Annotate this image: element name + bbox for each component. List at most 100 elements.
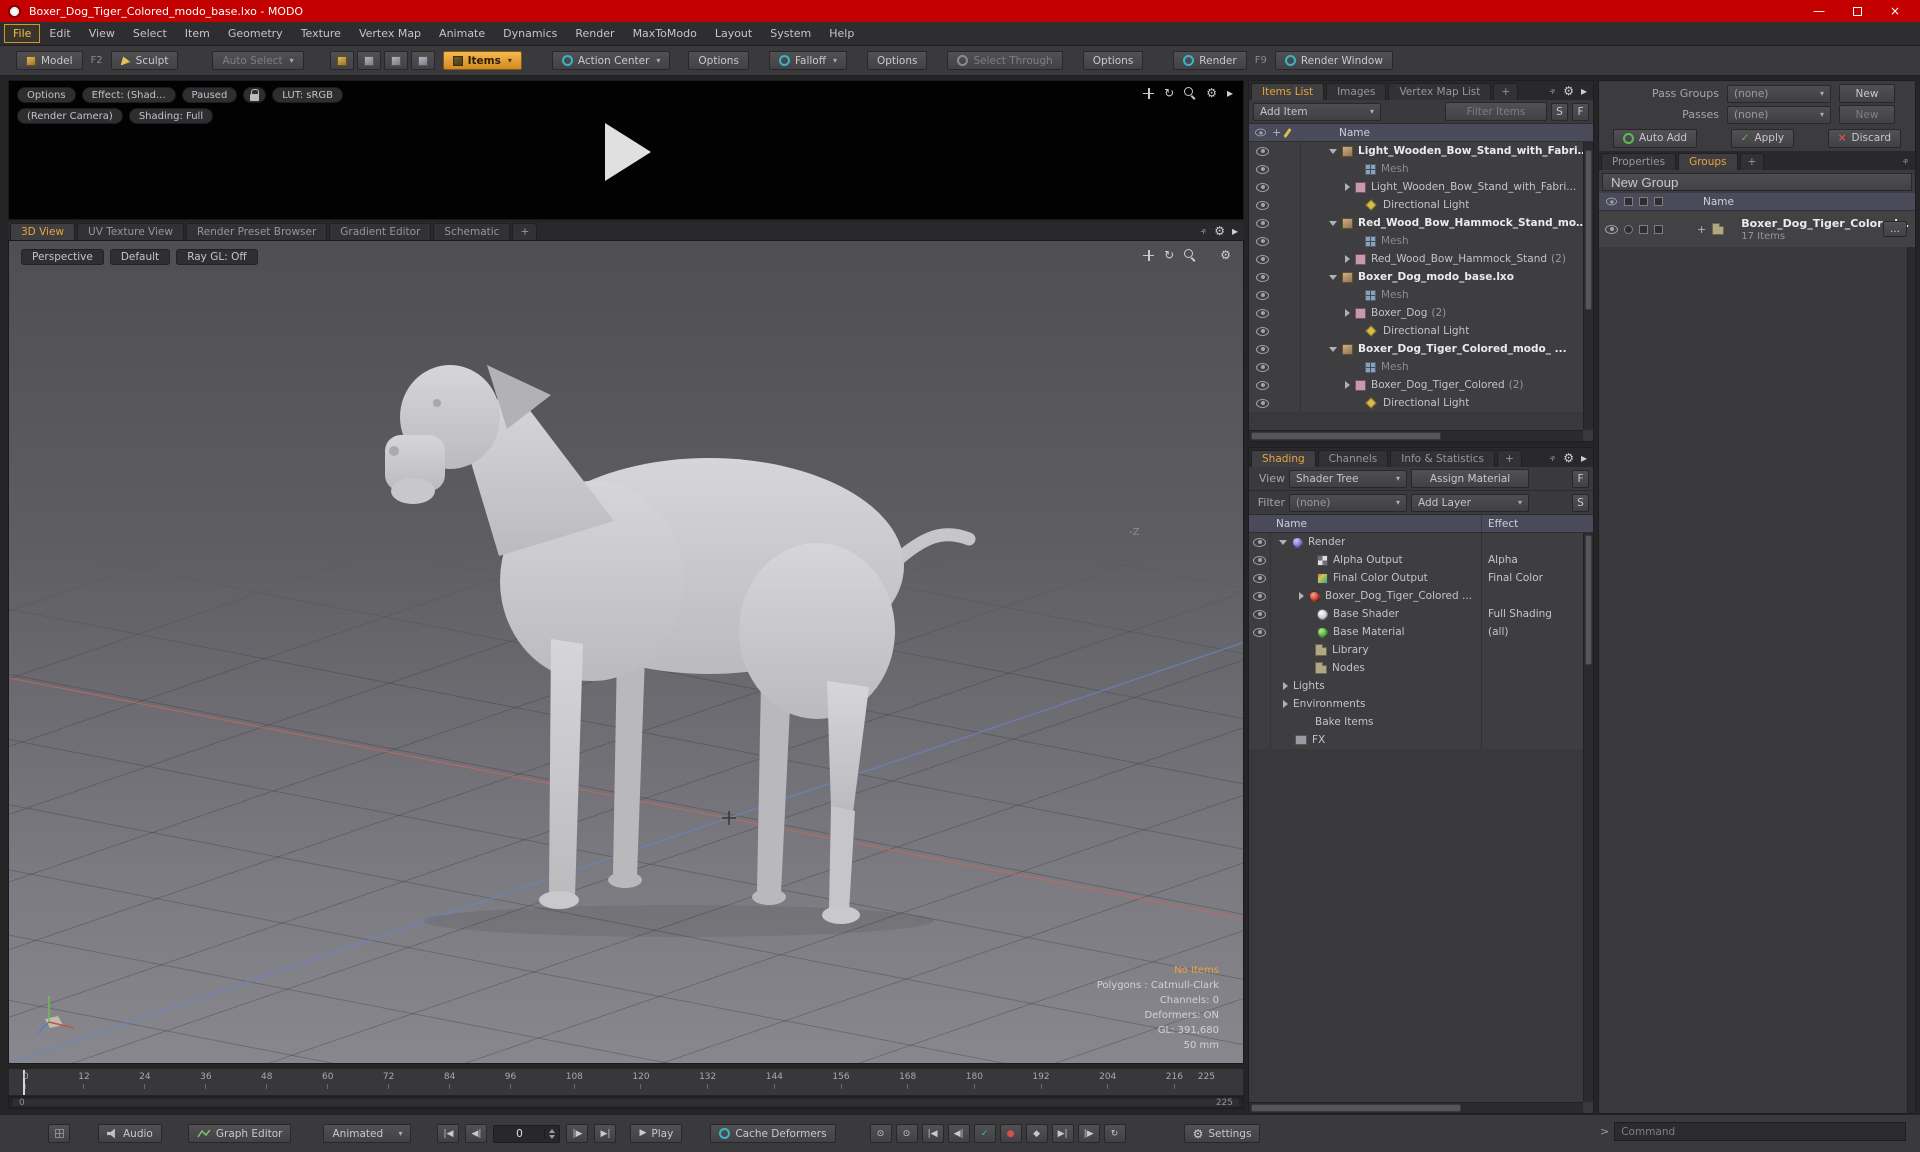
jump-prev-key-button[interactable]: |◀	[921, 1124, 944, 1143]
timeline-ruler[interactable]: 0 12 24 36 48 60 72 84 96 108 120 132 144 156 168 180 19…	[8, 1068, 1244, 1096]
effect-dropdown[interactable]: Final Color▾	[1481, 569, 1593, 587]
jump-next-key-button[interactable]: ◀|	[947, 1124, 970, 1143]
add-item-dropdown[interactable]: Add Item ▾	[1253, 102, 1381, 121]
new-pass-button[interactable]: New	[1839, 105, 1895, 124]
visibility-eye-icon[interactable]	[1256, 344, 1269, 354]
shader-row[interactable]: FX	[1249, 731, 1593, 749]
expand-panel-icon[interactable]: »	[1547, 85, 1559, 97]
selected-filter-button[interactable]: S	[1551, 102, 1568, 121]
current-frame-input[interactable]	[494, 1125, 545, 1142]
tab-items-list[interactable]: Items List	[1251, 83, 1325, 100]
go-to-start-button[interactable]: |◀	[437, 1124, 460, 1143]
tab-add-button[interactable]: +	[1496, 450, 1522, 467]
dog-model[interactable]	[9, 241, 1244, 1064]
items-mode-dropdown[interactable]: Items ▾	[442, 51, 522, 70]
raygl-dropdown[interactable]: Ray GL: Off	[176, 249, 258, 265]
visibility-eye-icon[interactable]	[1253, 591, 1266, 601]
group-row[interactable]: + Boxer_Dog_Tiger_Colored { 17 Items ...	[1599, 211, 1915, 247]
scrollbar-thumb[interactable]	[1251, 432, 1441, 440]
gear-icon[interactable]: ⚙	[1220, 249, 1231, 261]
tab-info-statistics[interactable]: Info & Statistics	[1390, 450, 1495, 467]
pan-icon[interactable]	[1143, 249, 1155, 261]
auto-key-toggle[interactable]: ●	[999, 1124, 1022, 1143]
collapse-arrow-icon[interactable]	[1329, 346, 1337, 352]
range-inner-bar[interactable]	[13, 1099, 1239, 1106]
filter-items-button[interactable]: Filter Items	[1445, 102, 1547, 121]
visibility-eye-icon[interactable]	[1253, 573, 1266, 583]
visibility-eye-icon[interactable]	[1256, 362, 1269, 372]
expand-arrow-icon[interactable]	[1345, 255, 1350, 263]
visibility-eye-icon[interactable]	[1256, 164, 1269, 174]
visibility-eye-icon[interactable]	[1253, 537, 1266, 547]
preview-effect-button[interactable]: Effect: (Shad...	[81, 87, 176, 103]
play-overlay-icon[interactable]	[605, 123, 651, 181]
effect-dropdown[interactable]: Alpha▾	[1481, 551, 1593, 569]
item-row[interactable]: Red_Wood_Bow_Hammock_Stand (2)	[1249, 250, 1593, 268]
item-row[interactable]: Mesh	[1249, 358, 1593, 376]
keyframe-icon[interactable]: ◆	[1025, 1124, 1048, 1143]
item-row[interactable]: Red_Wood_Bow_Hammock_Stand_modo ...	[1249, 214, 1593, 232]
menu-item[interactable]: View	[80, 24, 124, 43]
tab-uv-texture-view[interactable]: UV Texture View	[77, 223, 184, 240]
mode-center-button[interactable]	[410, 51, 435, 70]
menu-item[interactable]: Dynamics	[494, 24, 566, 43]
shader-row[interactable]: Base Material(all)▾	[1249, 623, 1593, 641]
horizontal-scrollbar[interactable]	[1249, 430, 1583, 441]
pass-groups-dropdown[interactable]: (none) ▾	[1727, 84, 1831, 103]
shader-row[interactable]: Bake Items	[1249, 713, 1593, 731]
horizontal-scrollbar[interactable]	[1249, 1102, 1583, 1113]
maximize-button[interactable]	[1852, 6, 1862, 16]
tab-add-button[interactable]: +	[1493, 83, 1519, 100]
visibility-eye-icon[interactable]	[1256, 218, 1269, 228]
cache-deformers-button[interactable]: Cache Deformers	[710, 1124, 836, 1143]
item-row[interactable]: Light_Wooden_Bow_Stand_with_Fabric_...	[1249, 142, 1593, 160]
shader-row[interactable]: Lights	[1249, 677, 1593, 695]
falloff-dropdown[interactable]: Falloff ▾	[768, 51, 847, 70]
menu-item[interactable]: Select	[124, 24, 176, 43]
step-next-button[interactable]: ▶|	[1051, 1124, 1074, 1143]
expand-arrow-icon[interactable]	[1299, 592, 1304, 600]
expand-panel-icon[interactable]: »	[1547, 452, 1559, 464]
gear-icon[interactable]: ⚙	[1214, 225, 1225, 237]
tab-add-button[interactable]: +	[1739, 153, 1765, 170]
shader-row[interactable]: Render	[1249, 533, 1593, 551]
viewport-3d[interactable]: Perspective Default Ray GL: Off ↻ ⚙ -Z N…	[8, 240, 1244, 1064]
visibility-eye-icon[interactable]	[1256, 380, 1269, 390]
preview-camera-button[interactable]: (Render Camera)	[17, 108, 123, 124]
shader-row[interactable]: Boxer_Dog_Tiger_Colored ...▾	[1249, 587, 1593, 605]
preview-options-button[interactable]: Options	[17, 87, 76, 103]
gear-icon[interactable]: ⚙	[1206, 87, 1217, 99]
effect-dropdown[interactable]: ▾	[1481, 587, 1593, 605]
mode-vertices-button[interactable]	[329, 51, 354, 70]
panel-menu-icon[interactable]: ▸	[1232, 225, 1238, 237]
radio-toggle[interactable]	[1624, 224, 1633, 234]
shader-row[interactable]: Alpha OutputAlpha▾	[1249, 551, 1593, 569]
item-row[interactable]: Boxer_Dog_modo_base.lxo	[1249, 268, 1593, 286]
menu-item[interactable]: Render	[566, 24, 623, 43]
visibility-eye-icon[interactable]	[1256, 398, 1269, 408]
render-window-button[interactable]: Render Window	[1274, 51, 1393, 70]
tab-gradient-editor[interactable]: Gradient Editor	[329, 223, 432, 240]
selected-filter-button[interactable]: S	[1572, 493, 1589, 512]
item-row[interactable]: Boxer_Dog (2)	[1249, 304, 1593, 322]
action-center-dropdown[interactable]: Action Center ▾	[551, 51, 671, 70]
expand-panel-icon[interactable]: »	[1198, 225, 1210, 237]
scrollbar-thumb[interactable]	[1251, 1104, 1461, 1112]
checkbox[interactable]	[1639, 224, 1648, 234]
visibility-eye-icon[interactable]	[1605, 224, 1618, 234]
minimize-button[interactable]: —	[1813, 5, 1825, 17]
menu-item[interactable]: Item	[176, 24, 219, 43]
close-button[interactable]: ×	[1890, 5, 1900, 17]
preview-paused-button[interactable]: Paused	[181, 87, 238, 103]
shader-tree-view-dropdown[interactable]: Shader Tree ▾	[1289, 469, 1407, 488]
mode-polygons-button[interactable]	[383, 51, 408, 70]
assign-material-button[interactable]: Assign Material	[1411, 469, 1529, 488]
scrollbar-thumb[interactable]	[1585, 535, 1592, 665]
shading-style-dropdown[interactable]: Default	[109, 249, 171, 265]
expand-arrow-icon[interactable]	[1283, 682, 1288, 690]
preview-lock-button[interactable]	[243, 87, 267, 103]
shader-row[interactable]: Final Color OutputFinal Color▾	[1249, 569, 1593, 587]
layout-preset-icon[interactable]	[48, 1124, 70, 1143]
sculpt-button[interactable]: Sculpt	[110, 51, 179, 70]
step-last-button[interactable]: |▶	[1077, 1124, 1100, 1143]
